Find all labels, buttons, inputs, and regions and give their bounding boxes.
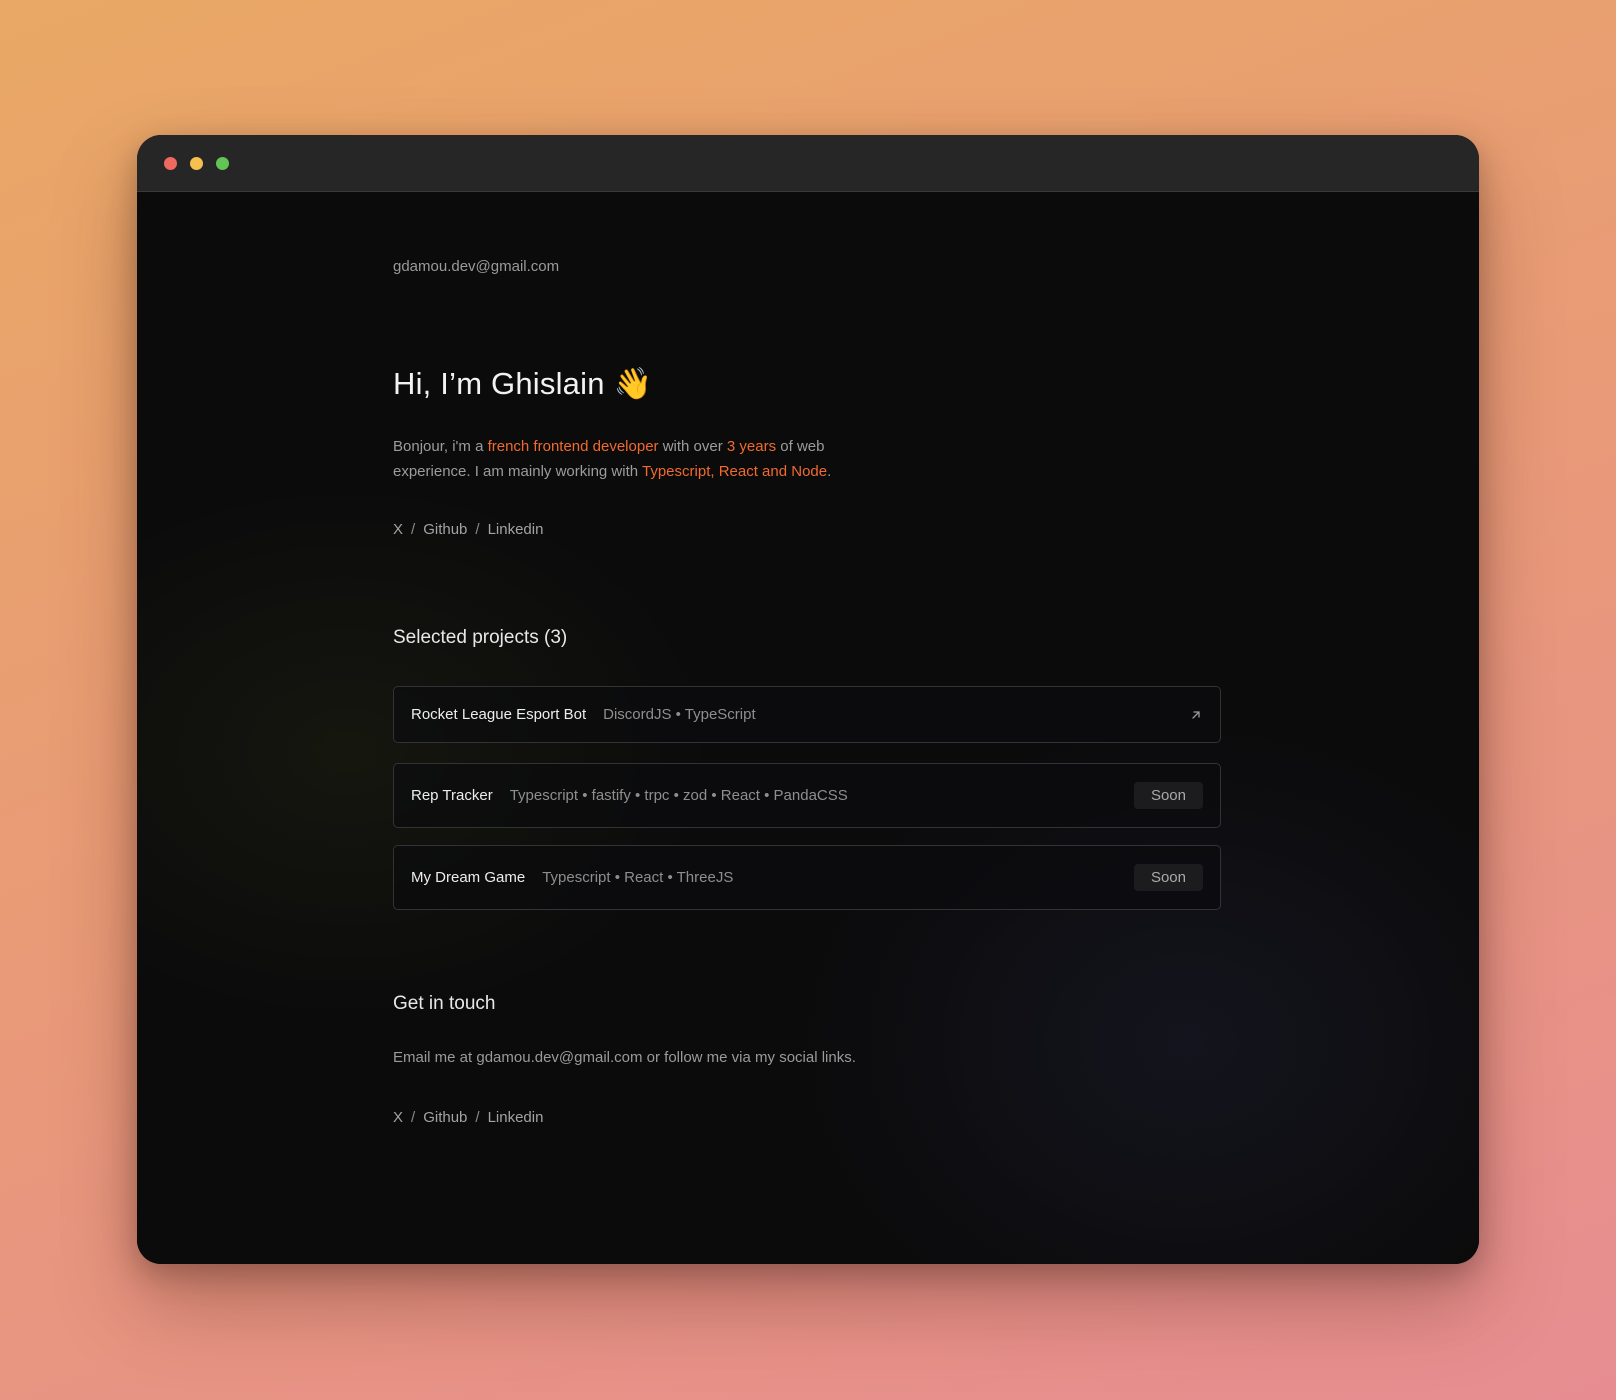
external-link-icon[interactable] <box>1189 708 1203 722</box>
contact-text: Email me at gdamou.dev@gmail.com or foll… <box>393 1049 856 1066</box>
contact-section-title: Get in touch <box>393 993 496 1014</box>
social-link-linkedin[interactable]: Linkedin <box>488 521 544 538</box>
intro-text: Bonjour, i'm a <box>393 438 488 455</box>
close-window-button[interactable] <box>164 157 177 170</box>
social-link-linkedin[interactable]: Linkedin <box>488 1109 544 1126</box>
social-links-top: X / Github / Linkedin <box>393 521 543 538</box>
project-name: Rocket League Esport Bot <box>411 706 587 723</box>
header-email-link[interactable]: gdamou.dev@gmail.com <box>393 258 559 275</box>
hero-title: Hi, I’m Ghislain 👋 <box>393 365 652 402</box>
intro-paragraph: Bonjour, i'm a french frontend developer… <box>393 434 853 484</box>
social-link-github[interactable]: Github <box>423 521 467 538</box>
project-tags: DiscordJS • TypeScript <box>603 706 756 723</box>
projects-section-title: Selected projects (3) <box>393 627 568 648</box>
social-separator: / <box>475 521 480 538</box>
social-link-github[interactable]: Github <box>423 1109 467 1126</box>
project-card-rocket-league[interactable]: Rocket League Esport Bot DiscordJS • Typ… <box>393 686 1221 743</box>
intro-highlight-years: 3 years <box>726 438 777 455</box>
project-tags: Typescript • React • ThreeJS <box>542 869 734 886</box>
intro-highlight-stack: Typescript, React and Node <box>642 463 828 480</box>
social-link-x[interactable]: X <box>393 1109 403 1126</box>
hero-title-text: Hi, I’m Ghislain <box>393 366 605 401</box>
maximize-window-button[interactable] <box>216 157 229 170</box>
project-card-dream-game[interactable]: My Dream Game Typescript • React • Three… <box>393 845 1221 910</box>
project-name: Rep Tracker <box>411 787 493 804</box>
browser-window: gdamou.dev@gmail.com Hi, I’m Ghislain 👋 … <box>137 135 1479 1264</box>
page-content: gdamou.dev@gmail.com Hi, I’m Ghislain 👋 … <box>137 192 1479 1264</box>
soon-badge: Soon <box>1133 864 1203 891</box>
minimize-window-button[interactable] <box>190 157 203 170</box>
social-separator: / <box>411 1109 416 1126</box>
project-card-rep-tracker[interactable]: Rep Tracker Typescript • fastify • trpc … <box>393 763 1221 828</box>
social-separator: / <box>411 521 416 538</box>
intro-highlight-role: french frontend developer <box>487 438 659 455</box>
window-titlebar <box>137 135 1479 192</box>
social-links-bottom: X / Github / Linkedin <box>393 1109 543 1126</box>
social-separator: / <box>475 1109 480 1126</box>
soon-badge: Soon <box>1133 782 1203 809</box>
social-link-x[interactable]: X <box>393 521 403 538</box>
waving-hand-emoji: 👋 <box>613 366 653 401</box>
project-tags: Typescript • fastify • trpc • zod • Reac… <box>509 787 848 804</box>
intro-text: . <box>827 463 832 480</box>
project-name: My Dream Game <box>411 869 526 886</box>
intro-text: with over <box>658 438 727 455</box>
